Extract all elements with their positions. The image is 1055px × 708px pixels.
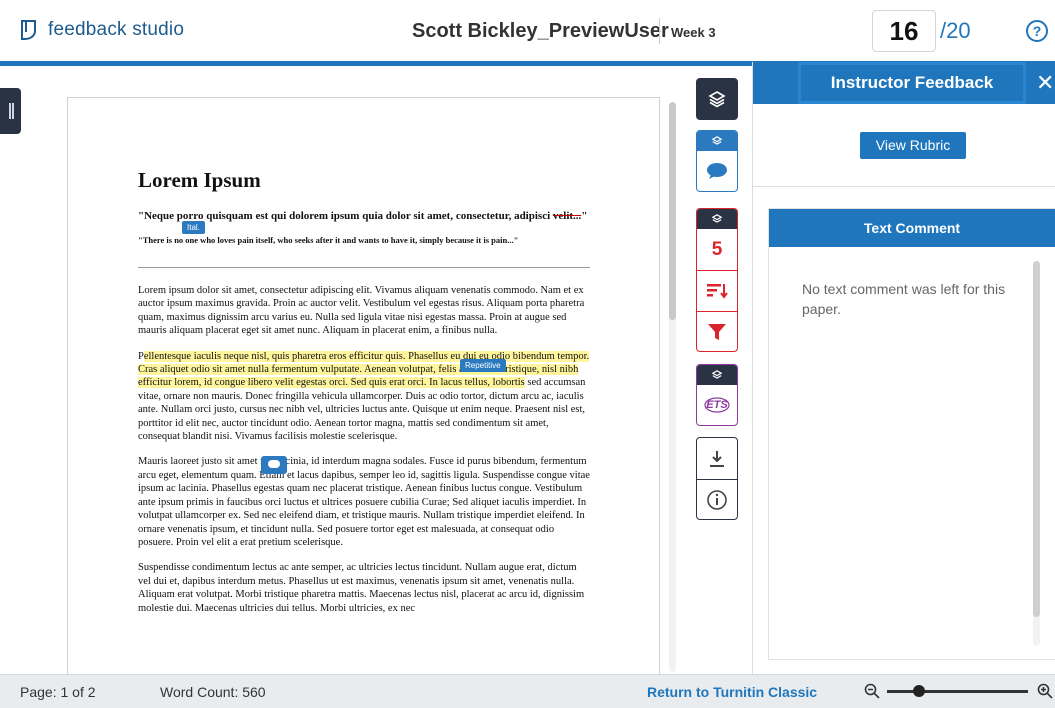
- info-button[interactable]: [697, 479, 737, 519]
- highlighted-text[interactable]: ellentesque iaculis neque nisl, quis pha…: [138, 350, 590, 389]
- return-to-classic-link[interactable]: Return to Turnitin Classic: [647, 684, 817, 700]
- layers-icon: [711, 136, 723, 145]
- sort-icon: [707, 284, 728, 299]
- quickmark-repetitive[interactable]: Repetitive: [460, 359, 506, 372]
- layers-icon: [711, 214, 723, 223]
- ets-button[interactable]: ETS: [697, 385, 737, 425]
- filter-button[interactable]: [697, 311, 737, 351]
- feedback-studio-logo[interactable]: feedback studio: [18, 18, 184, 42]
- close-icon[interactable]: ✕: [1036, 72, 1054, 94]
- paragraph-2-start: P: [138, 350, 144, 362]
- paragraph-4: Suspendisse condimentum lectus ac ante s…: [138, 562, 585, 614]
- paper-rule: [138, 267, 590, 268]
- ets-label: ETS: [706, 399, 728, 411]
- paragraph-2: Pellentesque iaculis neque nisl, quis ph…: [138, 350, 590, 444]
- header-divider: [659, 18, 660, 44]
- side-panel-toggle[interactable]: [0, 88, 21, 134]
- download-icon: [710, 450, 724, 467]
- document-scrollbar[interactable]: [669, 102, 676, 672]
- zoom-slider[interactable]: [887, 685, 1028, 697]
- ets-layer-tool[interactable]: ETS: [696, 364, 738, 426]
- page-indicator: Page: 1 of 2: [20, 684, 96, 700]
- grade-input[interactable]: 16: [872, 10, 936, 52]
- help-icon[interactable]: ?: [1026, 20, 1048, 42]
- paper-title: Lorem Ipsum: [138, 168, 261, 192]
- issue-count-button[interactable]: 5: [697, 229, 737, 270]
- panel-separator: [753, 186, 1055, 187]
- word-count: Word Count: 560: [160, 684, 266, 700]
- download-button[interactable]: [697, 438, 737, 479]
- document-viewer: Lorem Ipsum "Neque porro quisquam est qu…: [0, 66, 752, 697]
- comment-bubble-icon: [707, 163, 727, 179]
- misc-tools: [696, 437, 738, 520]
- document-scroll-thumb[interactable]: [669, 102, 676, 320]
- text-comment-body: No text comment was left for this paper.: [802, 281, 1006, 317]
- paragraph-3: Mauris laoreet justo sit amet nisi lacin…: [138, 456, 590, 548]
- comment-scrollbar[interactable]: [1033, 261, 1040, 646]
- paper-page: Lorem Ipsum "Neque porro quisquam est qu…: [67, 97, 660, 697]
- layers-icon: [711, 370, 723, 379]
- text-comment-card: Text Comment No text comment was left fo…: [768, 208, 1055, 660]
- grip-icon: [9, 103, 11, 119]
- turnitin-logo-icon: [21, 20, 36, 40]
- zoom-in-icon[interactable]: [1037, 683, 1053, 699]
- quote-1-end: ": [581, 210, 588, 222]
- ets-layer-header[interactable]: [697, 365, 737, 385]
- zoom-out-icon[interactable]: [864, 683, 880, 699]
- paper-content: Lorem Ipsum "Neque porro quisquam est qu…: [138, 168, 590, 627]
- student-name: Scott Bickley_PreviewUser: [412, 20, 669, 42]
- feedback-layer-tool[interactable]: [696, 130, 738, 192]
- assignment-name: Week 3: [671, 25, 716, 40]
- instructor-feedback-panel: Instructor Feedback ✕ View Rubric Text C…: [752, 62, 1055, 674]
- paper-quote-2: "There is no one who loves pain itself, …: [138, 235, 519, 245]
- text-comment-title: Text Comment: [769, 209, 1055, 247]
- strikethrough-text[interactable]: velit...: [553, 210, 581, 222]
- layers-icon: [708, 91, 726, 108]
- inline-comment-icon[interactable]: [261, 456, 287, 474]
- layers-button[interactable]: [696, 78, 738, 120]
- filter-icon: [708, 324, 726, 340]
- view-rubric-button[interactable]: View Rubric: [860, 132, 966, 159]
- issue-count: 5: [711, 238, 723, 260]
- status-footer: Page: 1 of 2 Word Count: 560 Return to T…: [0, 674, 1055, 708]
- quickmark-ital[interactable]: Ital.: [182, 221, 205, 234]
- logo-text: feedback studio: [48, 19, 185, 40]
- comment-scroll-thumb[interactable]: [1033, 261, 1040, 617]
- grade-total: /20: [940, 18, 971, 43]
- paper-quote-1: "Neque porro quisquam est qui dolorem ip…: [138, 209, 590, 223]
- top-header: feedback studio Scott Bickley_PreviewUse…: [0, 0, 1055, 66]
- feedback-layer-header[interactable]: [697, 131, 737, 151]
- grademark-layer-header[interactable]: [697, 209, 737, 229]
- zoom-slider-knob[interactable]: [913, 685, 925, 697]
- info-icon: [707, 490, 727, 510]
- comment-tool-button[interactable]: [697, 151, 737, 191]
- grademark-layer-tool[interactable]: 5: [696, 208, 738, 352]
- sort-button[interactable]: [697, 270, 737, 311]
- feedback-studio-app: feedback studio Scott Bickley_PreviewUse…: [0, 0, 1055, 708]
- panel-title: Instructor Feedback: [798, 62, 1026, 104]
- paragraph-1: Lorem ipsum dolor sit amet, consectetur …: [138, 285, 585, 337]
